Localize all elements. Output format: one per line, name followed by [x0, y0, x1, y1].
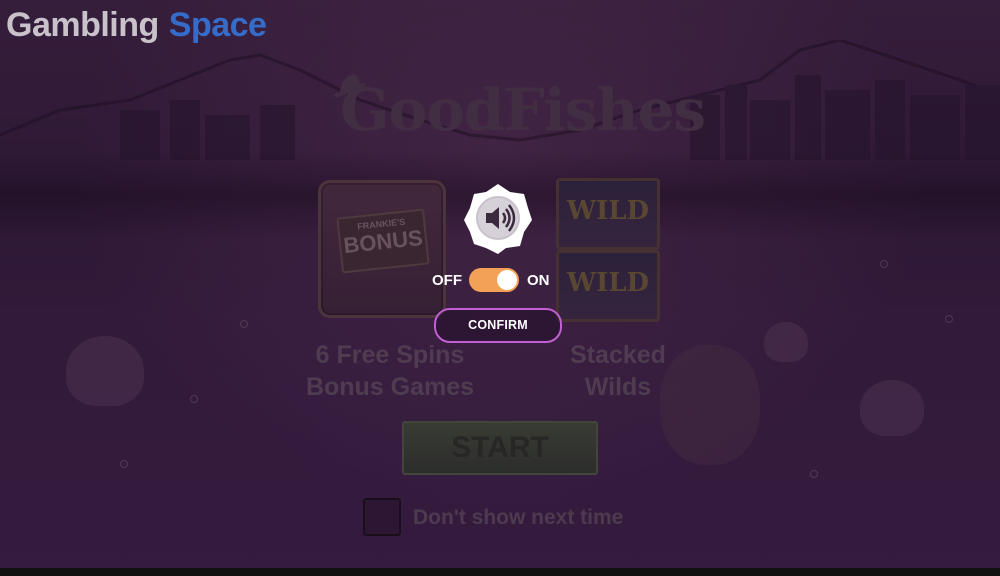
sound-toggle-switch[interactable]: [469, 268, 519, 292]
speaker-icon: [464, 184, 532, 254]
sound-toggle-row: OFF ON: [432, 266, 550, 294]
game-background: Gambling Space GoodFishes FRANKIE'S BONU…: [0, 0, 1000, 576]
toggle-knob: [497, 270, 517, 290]
sound-on-label: ON: [527, 271, 550, 289]
sound-off-label: OFF: [432, 271, 462, 289]
confirm-button[interactable]: CONFIRM: [434, 308, 562, 343]
bottom-edge-bar: [0, 568, 1000, 576]
